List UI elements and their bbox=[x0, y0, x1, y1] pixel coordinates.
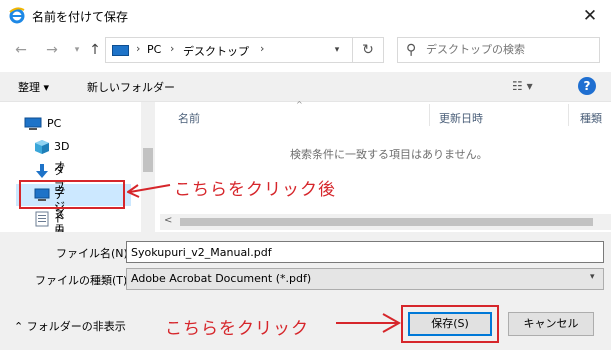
arrow-to-save bbox=[336, 313, 402, 333]
arrow-to-desktop bbox=[127, 184, 171, 198]
annotation-click-desktop: こちらをクリック後 bbox=[174, 180, 336, 200]
annotation-click-save: こちらをクリック bbox=[165, 319, 309, 339]
